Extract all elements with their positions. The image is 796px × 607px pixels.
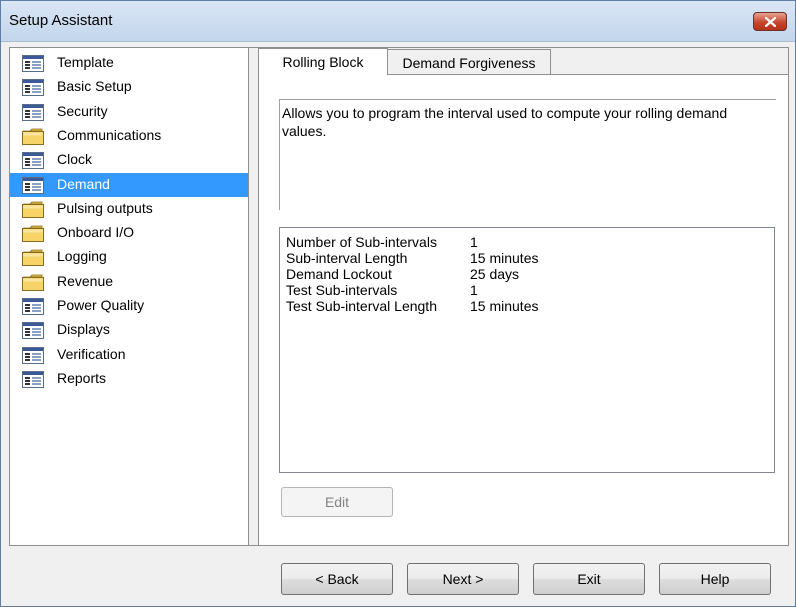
tab-label: Rolling Block	[282, 54, 364, 70]
tree-item-logging[interactable]: Logging	[10, 245, 248, 269]
tree-item-label: Onboard I/O	[57, 224, 135, 241]
tree-item-template[interactable]: Template	[10, 51, 248, 75]
setting-value: 15 minutes	[470, 298, 539, 314]
tree-item-label: Clock	[57, 151, 93, 168]
tree-item-pulsing-outputs[interactable]: Pulsing outputs	[10, 197, 248, 221]
form-icon	[22, 298, 44, 315]
help-button[interactable]: Help	[659, 563, 771, 595]
tab-rolling-block[interactable]: Rolling Block	[258, 48, 388, 75]
close-icon	[765, 17, 776, 27]
tree-item-label: Displays	[57, 321, 110, 338]
tree-item-label: Logging	[57, 248, 107, 265]
setting-name: Sub-interval Length	[286, 250, 408, 266]
edit-button[interactable]: Edit	[281, 487, 393, 517]
setup-assistant-window: Setup Assistant Template Basic Setup Secur…	[0, 0, 796, 607]
form-icon	[22, 322, 44, 340]
form-icon	[22, 370, 44, 388]
tree-item-label: Reports	[57, 369, 107, 386]
tree-item-communications[interactable]: Communications	[10, 124, 248, 148]
tree-item-label: Security	[57, 102, 108, 119]
close-button[interactable]	[753, 12, 787, 31]
tree-item-reports[interactable]: Reports	[10, 367, 248, 391]
tree-item-label: Power Quality	[57, 297, 145, 313]
form-icon	[22, 103, 44, 121]
tree-item-label: Basic Setup	[57, 78, 132, 95]
tab-body: Allows you to program the interval used …	[258, 74, 788, 545]
form-icon	[22, 176, 44, 194]
form-icon	[22, 346, 44, 364]
form-icon	[22, 152, 44, 170]
tree-item-basic-setup[interactable]: Basic Setup	[10, 75, 248, 99]
back-button[interactable]: < Back	[281, 563, 393, 595]
tree-item-onboard-i-o[interactable]: Onboard I/O	[10, 221, 248, 245]
tree-item-label: Demand	[57, 175, 110, 192]
window-title: Setup Assistant	[9, 12, 113, 29]
description-text: Allows you to program the interval used …	[282, 105, 728, 139]
tree-item-clock[interactable]: Clock	[10, 148, 248, 172]
tree-item-power-quality[interactable]: Power Quality	[10, 294, 248, 318]
exit-button[interactable]: Exit	[533, 563, 645, 595]
tree-item-label: Verification	[57, 345, 126, 362]
description-box: Allows you to program the interval used …	[279, 99, 776, 210]
setting-value: 25 days	[470, 266, 520, 282]
tree-item-security[interactable]: Security	[10, 100, 248, 124]
setup-tree: Template Basic Setup Security Communication…	[10, 48, 249, 545]
form-icon	[22, 55, 44, 72]
content-area: Template Basic Setup Security Communication…	[9, 47, 789, 546]
setting-name: Test Sub-interval Length	[286, 298, 437, 314]
folder-icon	[22, 249, 44, 267]
folder-icon	[22, 128, 44, 145]
tree-item-label: Revenue	[57, 272, 114, 289]
setting-name: Number of Sub-intervals	[286, 234, 437, 250]
tab-demand-forgiveness[interactable]: Demand Forgiveness	[387, 49, 551, 75]
form-icon	[22, 79, 44, 97]
folder-icon	[22, 274, 44, 291]
setting-value: 1	[470, 234, 478, 250]
setting-value: 1	[470, 282, 478, 298]
next-button[interactable]: Next >	[407, 563, 519, 595]
tree-item-displays[interactable]: Displays	[10, 318, 248, 342]
title-bar[interactable]: Setup Assistant	[1, 1, 795, 42]
folder-icon	[22, 225, 44, 243]
tree-item-label: Pulsing outputs	[57, 199, 153, 216]
setting-value: 15 minutes	[470, 250, 539, 266]
tabs-panel: Rolling Block Demand Forgiveness Allows …	[258, 48, 788, 545]
settings-list: Number of Sub-intervals 1 Sub-interval L…	[279, 227, 775, 473]
tab-label: Demand Forgiveness	[402, 55, 536, 71]
setting-name: Demand Lockout	[286, 266, 392, 282]
tree-item-verification[interactable]: Verification	[10, 343, 248, 367]
tree-item-label: Template	[57, 54, 114, 70]
setting-name: Test Sub-intervals	[286, 282, 398, 298]
folder-icon	[22, 201, 44, 218]
tree-item-label: Communications	[57, 126, 162, 143]
tree-item-demand[interactable]: Demand	[10, 172, 248, 197]
tree-item-revenue[interactable]: Revenue	[10, 270, 248, 294]
